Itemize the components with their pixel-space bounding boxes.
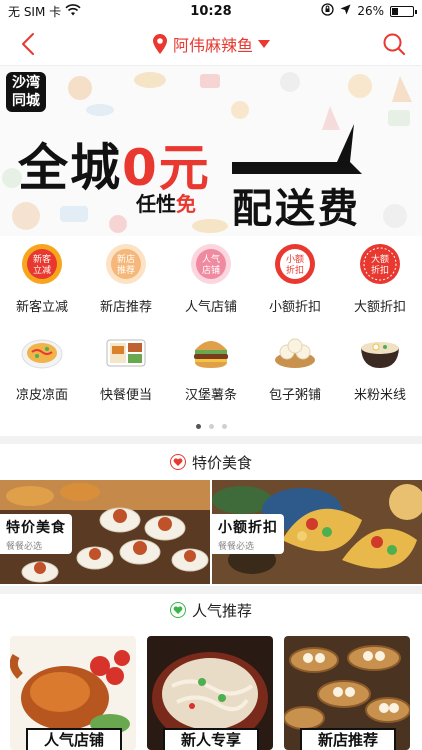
category-item-fast-food[interactable]: 快餐便当 bbox=[84, 324, 168, 412]
new-customer-badge-icon: 新客 立减 bbox=[20, 242, 64, 286]
promo-subtitle: 餐餐必选 bbox=[218, 542, 255, 552]
section-header-special: 特价美食 bbox=[0, 444, 422, 480]
burger-icon bbox=[189, 330, 233, 374]
promo-title: 小额折扣 bbox=[218, 520, 278, 536]
rec-card-new-store[interactable]: 新店推荐 bbox=[284, 636, 410, 750]
section-header-popular: 人气推荐 bbox=[0, 592, 422, 628]
category-pager[interactable] bbox=[0, 420, 422, 432]
new-store-badge-icon: 新店 推荐 bbox=[104, 242, 148, 286]
back-button[interactable] bbox=[14, 30, 42, 58]
category-item-burger-fries[interactable]: 汉堡薯条 bbox=[169, 324, 253, 412]
svg-text:人气: 人气 bbox=[202, 253, 220, 265]
promo-row: 特价美食 餐餐必选 小额折扣 餐餐必选 bbox=[0, 480, 422, 584]
small-discount-badge-icon: 小额 折扣 bbox=[273, 242, 317, 286]
category-label: 米粉米线 bbox=[353, 388, 406, 403]
promo-tag: 小额折扣 餐餐必选 bbox=[212, 514, 284, 554]
svg-text:折扣: 折扣 bbox=[371, 264, 389, 276]
search-button[interactable] bbox=[380, 30, 408, 58]
promo-card-special-food[interactable]: 特价美食 餐餐必选 bbox=[0, 480, 210, 584]
svg-text:推荐: 推荐 bbox=[117, 264, 135, 276]
headline-flag-shape bbox=[232, 124, 362, 174]
headline-black: 全城 bbox=[18, 139, 122, 197]
steamed-bun-icon bbox=[273, 330, 317, 374]
category-label: 汉堡薯条 bbox=[184, 388, 237, 403]
category-item-new-store[interactable]: 新店 推荐 新店推荐 bbox=[84, 236, 168, 324]
heart-icon bbox=[169, 454, 186, 470]
banner-delivery-fee: 配送费 bbox=[232, 186, 361, 232]
rec-card-popular-store[interactable]: 人气店铺 bbox=[10, 636, 136, 750]
promo-title: 特价美食 bbox=[6, 520, 66, 536]
status-time: 10:28 bbox=[190, 3, 232, 19]
category-item-cold-noodles[interactable]: 凉皮凉面 bbox=[0, 324, 84, 412]
category-label: 新客立减 bbox=[15, 300, 68, 315]
promo-banner[interactable]: 沙湾 同城 全城0元 任性免 配送费 bbox=[0, 66, 422, 236]
noodle-plate-icon bbox=[20, 330, 64, 374]
section-title-special: 特价美食 bbox=[191, 453, 252, 472]
wifi-icon bbox=[65, 3, 81, 19]
map-pin-icon bbox=[152, 34, 167, 54]
category-label: 快餐便当 bbox=[99, 388, 152, 403]
category-label: 小额折扣 bbox=[268, 300, 321, 315]
pager-dot-active[interactable] bbox=[195, 423, 201, 429]
promo-card-small-discount[interactable]: 小额折扣 餐餐必选 bbox=[212, 480, 422, 584]
rec-card-title: 新店推荐 bbox=[300, 728, 396, 750]
status-right: 26% bbox=[264, 3, 417, 19]
category-label: 凉皮凉面 bbox=[15, 388, 68, 403]
promo-subtitle: 餐餐必选 bbox=[6, 542, 43, 552]
badge-line-2: 同城 bbox=[12, 93, 40, 109]
banner-subtitle: 任性免 bbox=[136, 188, 196, 217]
svg-text:折扣: 折扣 bbox=[286, 264, 304, 276]
noodle-bowl-icon bbox=[358, 330, 402, 374]
location-selector[interactable]: 阿伟麻辣鱼 bbox=[141, 32, 281, 56]
search-icon bbox=[383, 33, 405, 55]
category-label: 新店推荐 bbox=[99, 300, 152, 315]
pager-dot[interactable] bbox=[221, 423, 227, 429]
rec-card-newcomer-exclusive[interactable]: 新人专享 bbox=[147, 636, 273, 750]
svg-text:新客: 新客 bbox=[33, 253, 51, 265]
chevron-left-icon bbox=[22, 33, 34, 55]
category-item-popular-store[interactable]: 人气 店铺 人气店铺 bbox=[169, 236, 253, 324]
badge-line-1: 沙湾 bbox=[12, 75, 40, 91]
bento-box-icon bbox=[104, 330, 148, 374]
rec-card-title: 新人专享 bbox=[163, 728, 259, 750]
pager-dot[interactable] bbox=[208, 423, 214, 429]
promo-tag: 特价美食 餐餐必选 bbox=[0, 514, 72, 554]
category-label: 大额折扣 bbox=[353, 300, 406, 315]
status-left: 无 SIM 卡 bbox=[8, 3, 158, 20]
nav-bar: 阿伟麻辣鱼 bbox=[0, 22, 422, 66]
subtitle-black: 任性 bbox=[136, 192, 176, 216]
carrier-label: 无 SIM 卡 bbox=[8, 4, 62, 19]
svg-text:立减: 立减 bbox=[33, 264, 51, 276]
heart-icon bbox=[169, 602, 186, 618]
category-item-small-discount[interactable]: 小额 折扣 小额折扣 bbox=[253, 236, 337, 324]
category-item-new-customer[interactable]: 新客 立减 新客立减 bbox=[0, 236, 84, 324]
popular-store-badge-icon: 人气 店铺 bbox=[189, 242, 233, 286]
brand-badge: 沙湾 同城 bbox=[6, 72, 46, 112]
orientation-lock-icon bbox=[321, 3, 334, 19]
battery-percent: 26% bbox=[357, 4, 384, 18]
location-arrow-icon bbox=[340, 4, 351, 18]
category-label: 人气店铺 bbox=[184, 300, 237, 315]
category-item-rice-noodles[interactable]: 米粉米线 bbox=[338, 324, 422, 412]
svg-text:小额: 小额 bbox=[286, 253, 304, 265]
category-item-large-discount[interactable]: 大额 折扣 大额折扣 bbox=[338, 236, 422, 324]
category-item-buns-porridge[interactable]: 包子粥铺 bbox=[253, 324, 337, 412]
svg-text:大额: 大额 bbox=[371, 253, 389, 265]
subtitle-red: 免 bbox=[176, 192, 196, 216]
svg-text:店铺: 店铺 bbox=[202, 264, 220, 276]
recommendation-row: 人气店铺 新人专享 新店推荐 bbox=[0, 636, 422, 750]
battery-icon bbox=[390, 5, 417, 17]
caret-down-icon bbox=[258, 40, 270, 48]
large-discount-badge-icon: 大额 折扣 bbox=[358, 242, 402, 286]
category-label: 包子粥铺 bbox=[268, 388, 321, 403]
rec-card-title: 人气店铺 bbox=[26, 728, 122, 750]
section-title-popular: 人气推荐 bbox=[191, 601, 252, 620]
svg-text:新店: 新店 bbox=[117, 253, 135, 265]
status-bar: 无 SIM 卡 10:28 26% bbox=[0, 0, 422, 22]
category-grid: 新客 立减 新客立减 新店 推荐 新店推荐 人气 店铺 人气店铺 小额 折扣 小额折扣 … bbox=[0, 236, 422, 416]
section-divider bbox=[0, 436, 422, 444]
location-name: 阿伟麻辣鱼 bbox=[172, 36, 253, 55]
